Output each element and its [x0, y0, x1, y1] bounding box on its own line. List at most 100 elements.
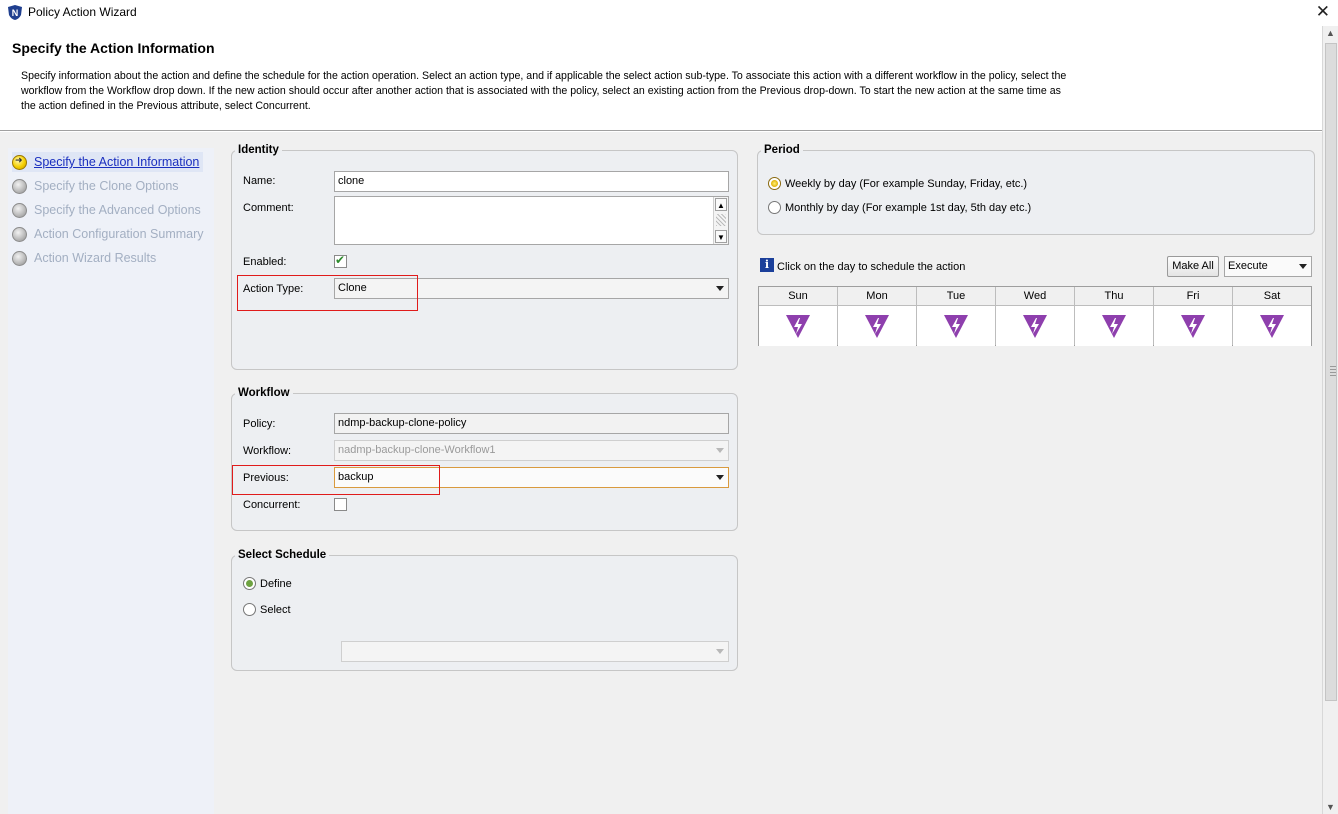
scroll-down-icon[interactable]: ▼ [715, 230, 727, 243]
concurrent-label: Concurrent: [243, 499, 301, 511]
nav-step-configuration-summary[interactable]: Action Configuration Summary [12, 224, 204, 244]
highlight-box-action-type [237, 275, 418, 311]
day-column-thu[interactable]: Thu [1075, 287, 1154, 346]
day-action-select[interactable]: Execute [1224, 256, 1312, 277]
execute-lightning-icon [786, 315, 810, 338]
day-header: Sat [1233, 287, 1311, 306]
page-description: Specify information about the action and… [21, 70, 1067, 112]
svg-text:N: N [12, 8, 19, 18]
workflow-label: Workflow: [243, 445, 292, 457]
app-shield-icon: N [8, 5, 22, 20]
day-column-wed[interactable]: Wed [996, 287, 1075, 346]
comment-textarea[interactable]: ▲ ▼ [334, 196, 729, 245]
day-header: Sun [759, 287, 837, 306]
pending-step-icon [12, 202, 27, 218]
define-label: Define [260, 578, 292, 590]
day-cell[interactable] [759, 306, 837, 346]
highlight-box-previous [232, 465, 440, 495]
nav-step-label: Specify the Clone Options [34, 179, 179, 193]
nav-step-advanced-options[interactable]: Specify the Advanced Options [12, 200, 201, 220]
day-header: Thu [1075, 287, 1153, 306]
comment-scrollbar[interactable]: ▲ ▼ [713, 197, 728, 244]
day-action-value: Execute [1228, 260, 1268, 272]
chevron-down-icon [716, 649, 724, 654]
scroll-up-icon[interactable]: ▲ [1326, 28, 1335, 38]
nav-step-label: Action Wizard Results [34, 251, 157, 265]
weekly-calendar-grid: Sun Mon Tue Wed Thu Fri Sat [758, 286, 1312, 346]
day-cell[interactable] [1154, 306, 1232, 346]
day-column-sat[interactable]: Sat [1233, 287, 1311, 346]
day-cell[interactable] [917, 306, 995, 346]
weekly-label: Weekly by day (For example Sunday, Frida… [785, 178, 1028, 190]
day-cell[interactable] [838, 306, 916, 346]
chevron-down-icon [716, 475, 724, 480]
workflow-legend: Workflow [238, 387, 290, 399]
nav-step-wizard-results[interactable]: Action Wizard Results [12, 248, 156, 268]
day-column-fri[interactable]: Fri [1154, 287, 1233, 346]
workflow-select: nadmp-backup-clone-Workflow1 [334, 440, 729, 461]
enabled-label: Enabled: [243, 256, 287, 268]
concurrent-checkbox[interactable] [334, 498, 347, 511]
select-schedule-legend: Select Schedule [238, 549, 327, 561]
execute-lightning-icon [1023, 315, 1047, 338]
nav-step-clone-options[interactable]: Specify the Clone Options [12, 176, 179, 196]
day-column-sun[interactable]: Sun [759, 287, 838, 346]
pending-step-icon [12, 178, 27, 194]
select-label: Select [260, 604, 291, 616]
policy-field: ndmp-backup-clone-policy [334, 413, 729, 434]
name-label: Name: [243, 175, 276, 187]
chevron-down-icon [716, 286, 724, 291]
day-cell[interactable] [1233, 306, 1311, 346]
day-column-tue[interactable]: Tue [917, 287, 996, 346]
identity-legend: Identity [238, 144, 279, 156]
wizard-header: Specify the Action Information Specify i… [0, 26, 1322, 131]
day-header: Tue [917, 287, 995, 306]
title-bar: N Policy Action Wizard ✕ [0, 0, 1338, 26]
day-header: Fri [1154, 287, 1232, 306]
make-all-button[interactable]: Make All [1167, 256, 1219, 277]
execute-lightning-icon [1260, 315, 1284, 338]
monthly-label: Monthly by day (For example 1st day, 5th… [785, 202, 1032, 214]
scroll-down-icon[interactable]: ▼ [1326, 802, 1335, 812]
nav-step-label: Action Configuration Summary [34, 227, 204, 241]
schedule-select [341, 641, 729, 662]
select-radio[interactable] [243, 603, 256, 616]
wizard-body: Specify the Action Information Specify t… [0, 132, 1322, 814]
nav-step-action-information[interactable]: Specify the Action Information [12, 152, 204, 172]
name-input[interactable]: clone [334, 171, 729, 192]
policy-label: Policy: [243, 418, 276, 430]
day-header: Mon [838, 287, 916, 306]
day-column-mon[interactable]: Mon [838, 287, 917, 346]
close-icon[interactable]: ✕ [1316, 2, 1330, 22]
define-radio[interactable] [243, 577, 256, 590]
execute-lightning-icon [865, 315, 889, 338]
weekly-radio[interactable] [768, 177, 781, 190]
scroll-up-icon[interactable]: ▲ [715, 198, 727, 211]
window-title: Policy Action Wizard [28, 5, 137, 19]
current-step-icon [12, 154, 27, 170]
nav-step-label: Specify the Advanced Options [34, 203, 201, 217]
page-title: Specify the Action Information [12, 40, 215, 56]
calendar-hint: Click on the day to schedule the action [777, 261, 966, 273]
day-cell[interactable] [1075, 306, 1153, 346]
execute-lightning-icon [1102, 315, 1126, 338]
workflow-value: nadmp-backup-clone-Workflow1 [338, 444, 496, 456]
info-icon: i [760, 258, 774, 272]
scrollbar-thumb[interactable] [1325, 43, 1337, 701]
grip-icon [716, 214, 726, 226]
period-legend: Period [764, 144, 800, 156]
execute-lightning-icon [1181, 315, 1205, 338]
pending-step-icon [12, 226, 27, 242]
day-header: Wed [996, 287, 1074, 306]
nav-step-label: Specify the Action Information [34, 155, 200, 169]
execute-lightning-icon [944, 315, 968, 338]
grip-icon [1330, 366, 1336, 378]
chevron-down-icon [1299, 264, 1307, 269]
monthly-radio[interactable] [768, 201, 781, 214]
pending-step-icon [12, 250, 27, 266]
checkmark-icon: ✔ [335, 253, 346, 267]
wizard-steps-nav: Specify the Action Information Specify t… [8, 148, 214, 814]
enabled-checkbox[interactable]: ✔ [334, 253, 347, 268]
vertical-scrollbar[interactable]: ▲ ▼ [1322, 26, 1338, 814]
day-cell[interactable] [996, 306, 1074, 346]
